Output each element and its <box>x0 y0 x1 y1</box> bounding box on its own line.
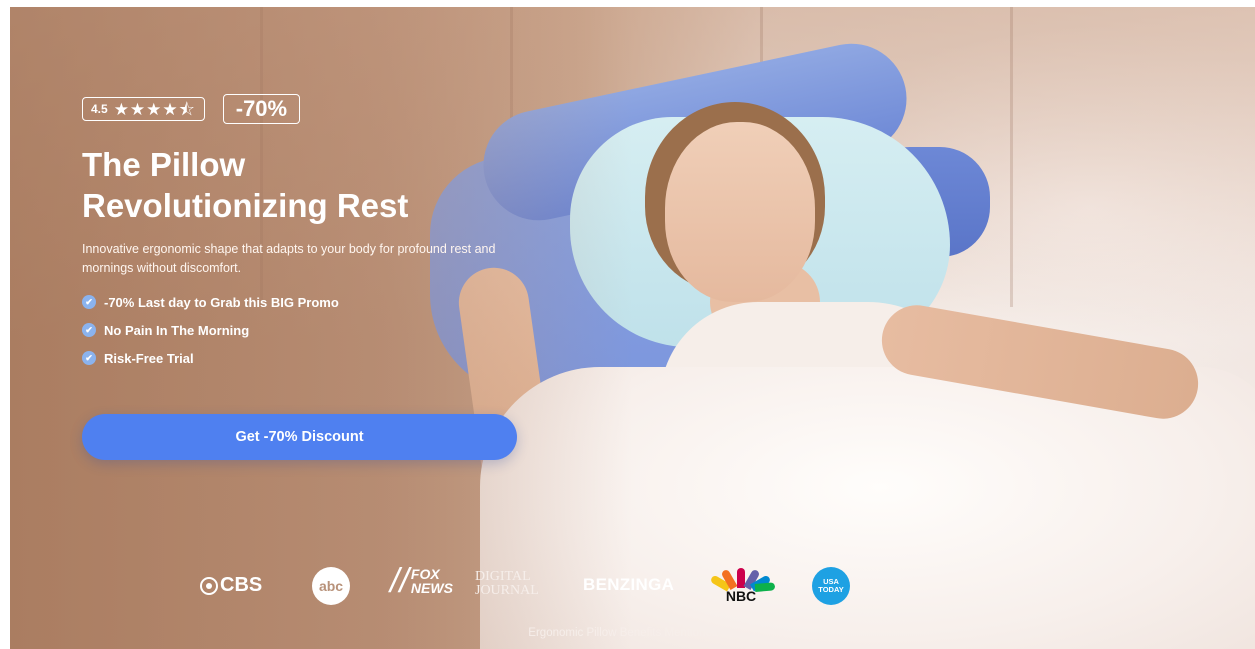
get-discount-button[interactable]: Get -70% Discount <box>82 414 517 460</box>
nbc-peacock-icon <box>709 564 776 592</box>
star-rating-icon: ★★★★⯪ <box>113 99 196 119</box>
press-caption: Ergonomic Pillow Benefits Mentioned On <box>528 627 737 639</box>
fox-line: FOX <box>410 566 440 582</box>
hero-content: 4.5 ★★★★⯪ -70% The Pillow Revolutionizin… <box>82 94 532 388</box>
check-circle-icon: ✔ <box>82 351 96 365</box>
usa-line: TODAY <box>818 585 844 594</box>
fox-line: NEWS <box>410 580 453 596</box>
benefit-item: ✔ No Pain In The Morning <box>82 316 532 344</box>
cbs-eye-icon <box>200 576 218 595</box>
nbc-wordmark: NBC <box>725 588 757 604</box>
benefit-label: No Pain In The Morning <box>104 322 250 338</box>
dj-line: DIGITAL <box>475 569 531 584</box>
check-circle-icon: ✔ <box>82 295 96 309</box>
benzinga-logo: BENZINGA <box>583 575 675 594</box>
benefit-item: ✔ Risk-Free Trial <box>82 344 532 372</box>
rating-badge: 4.5 ★★★★⯪ <box>82 97 205 121</box>
hero-section: 4.5 ★★★★⯪ -70% The Pillow Revolutionizin… <box>10 7 1255 649</box>
fox-news-logo: // FOX NEWS <box>390 562 453 600</box>
usa-today-logo: USA TODAY <box>812 567 850 605</box>
rating-value: 4.5 <box>91 102 108 116</box>
title-line: The Pillow <box>82 146 246 183</box>
badge-row: 4.5 ★★★★⯪ -70% <box>82 94 532 124</box>
benefit-label: -70% Last day to Grab this BIG Promo <box>104 294 339 310</box>
fox-slash-icon: // <box>390 562 409 600</box>
page-title: The Pillow Revolutionizing Rest <box>82 144 532 226</box>
title-line: Revolutionizing Rest <box>82 187 409 224</box>
nbc-logo: NBC <box>709 564 776 604</box>
cbs-logo: CBS <box>200 574 262 597</box>
digital-journal-logo: DIGITAL JOURNAL <box>475 570 539 598</box>
dj-line: JOURNAL <box>475 583 539 598</box>
abc-logo: abc <box>312 567 350 605</box>
check-circle-icon: ✔ <box>82 323 96 337</box>
discount-badge: -70% <box>222 94 301 124</box>
benefit-label: Risk-Free Trial <box>104 350 194 366</box>
cbs-wordmark: CBS <box>220 574 263 596</box>
benefit-item: ✔ -70% Last day to Grab this BIG Promo <box>82 288 532 316</box>
hero-subtitle: Innovative ergonomic shape that adapts t… <box>82 242 496 275</box>
press-logos: CBS abc // FOX NEWS DIGITAL JOURNAL BENZ… <box>10 562 1255 612</box>
benefits-list: ✔ -70% Last day to Grab this BIG Promo ✔… <box>82 288 532 372</box>
